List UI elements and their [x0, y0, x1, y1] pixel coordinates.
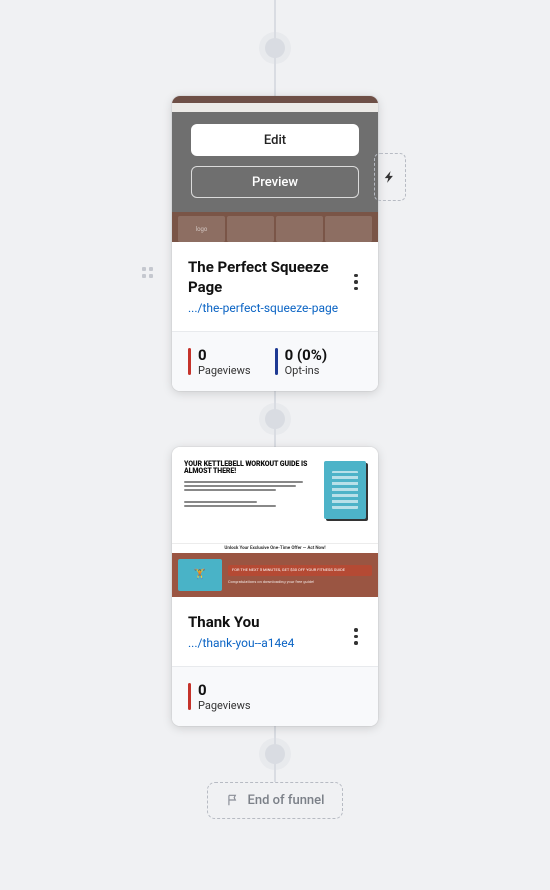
stat-pageviews: 0 Pageviews: [188, 346, 251, 377]
bolt-icon: [383, 170, 397, 184]
page-title: Thank You: [188, 613, 338, 633]
preview-banner: Unlock Your Exclusive One-Time Offer — A…: [172, 543, 378, 553]
preview-thumbnail-tabs: logo: [172, 212, 378, 242]
stats-row: 0 Pageviews 0 (0%) Opt-ins: [172, 332, 378, 391]
connector-line: [274, 0, 276, 42]
preview-button[interactable]: Preview: [191, 166, 359, 198]
automation-button[interactable]: [374, 153, 406, 201]
funnel-flow: Edit Preview logo The Perfect Squeeze Pa…: [172, 0, 378, 819]
flag-icon: [226, 793, 240, 807]
stat-optins: 0 (0%) Opt-ins: [275, 346, 328, 377]
promo-badge: FOR THE NEXT 5 MINUTES, GET $30 OFF YOUR…: [228, 565, 372, 575]
page-preview: Edit Preview logo: [172, 96, 378, 242]
more-options-icon[interactable]: [346, 270, 366, 294]
end-of-funnel-marker[interactable]: End of funnel: [207, 782, 344, 819]
preview-headline: YOUR KETTLEBELL WORKOUT GUIDE IS ALMOST …: [184, 461, 316, 476]
card-info: Thank You .../thank-you--a14e4: [172, 597, 378, 667]
stat-pageviews: 0 Pageviews: [188, 681, 251, 712]
page-url-link[interactable]: .../the-perfect-squeeze-page: [188, 301, 362, 317]
funnel-step-card[interactable]: YOUR KETTLEBELL WORKOUT GUIDE IS ALMOST …: [172, 447, 378, 726]
card-info: The Perfect Squeeze Page .../the-perfect…: [172, 242, 378, 332]
promo-subtext: Congratulations on downloading your free…: [228, 579, 372, 584]
stats-row: 0 Pageviews: [172, 667, 378, 726]
browser-bar: [172, 103, 378, 112]
end-of-funnel-label: End of funnel: [248, 793, 325, 808]
connector-node[interactable]: [265, 409, 285, 429]
connector-node[interactable]: [265, 38, 285, 58]
more-options-icon[interactable]: [346, 625, 366, 649]
promo-image-icon: 🏋: [178, 559, 222, 591]
funnel-step-card[interactable]: Edit Preview logo The Perfect Squeeze Pa…: [172, 96, 378, 391]
page-preview: YOUR KETTLEBELL WORKOUT GUIDE IS ALMOST …: [172, 447, 378, 597]
drag-handle-icon[interactable]: [137, 262, 157, 282]
page-title: The Perfect Squeeze Page: [188, 258, 338, 297]
page-url-link[interactable]: .../thank-you--a14e4: [188, 636, 362, 652]
edit-button[interactable]: Edit: [191, 124, 359, 156]
connector-line: [274, 54, 276, 96]
connector-node[interactable]: [265, 744, 285, 764]
book-cover-icon: [324, 461, 366, 519]
